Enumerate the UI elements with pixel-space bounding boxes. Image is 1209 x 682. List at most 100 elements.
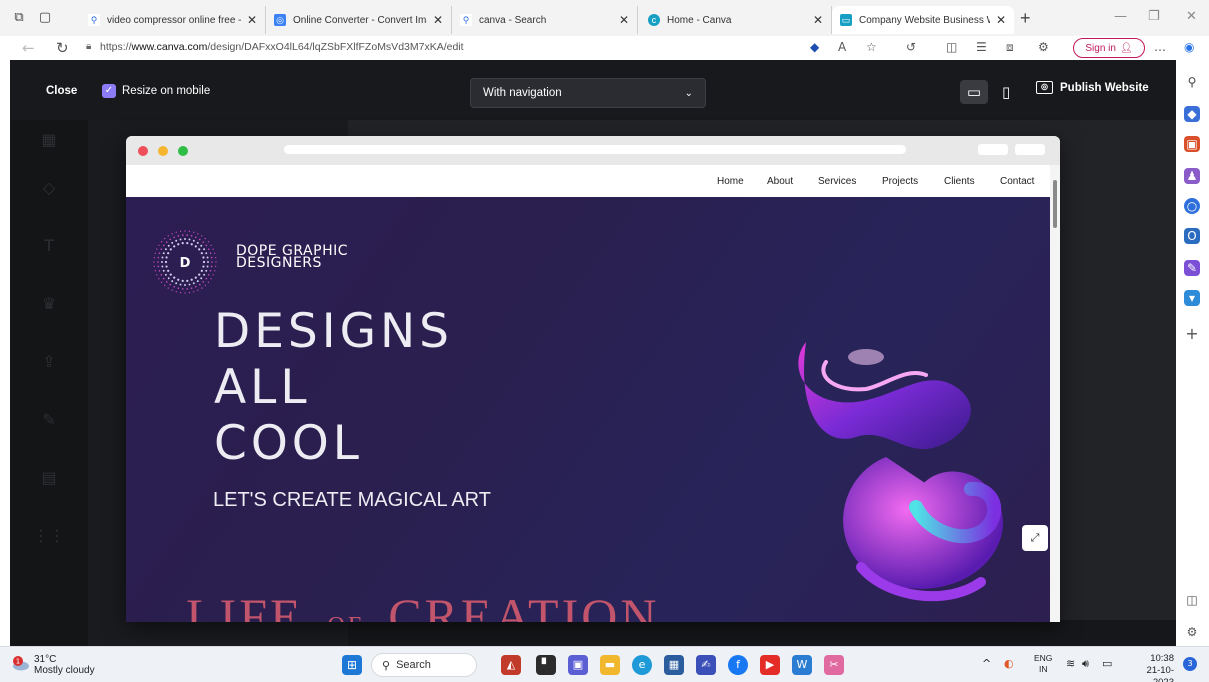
close-tab-icon[interactable]: ✕ [813,13,823,27]
read-aloud-icon[interactable]: A [838,40,846,54]
volume-icon[interactable]: 🔊︎ [1082,657,1089,671]
desktop-view-icon[interactable]: ▭ [960,80,988,104]
preview-scrollbar-thumb[interactable] [1053,180,1057,228]
expand-fullscreen-icon[interactable]: ⤢ [1022,525,1048,551]
resize-label: Resize on mobile [122,85,211,97]
resize-on-mobile-toggle[interactable]: ✓ Resize on mobile [102,84,210,98]
tab-company-website[interactable]: ▭ Company Website Business Web ✕ [832,6,1014,34]
edge-browser-icon[interactable]: e [632,655,652,675]
workspaces-icon[interactable]: ⧉ [10,9,28,27]
back-icon[interactable]: ← [22,39,35,57]
battery-icon[interactable]: ▭ [1102,657,1112,670]
apps-tab[interactable]: ⋮⋮ [10,526,88,547]
clock-date: 21-10-2023 [1146,665,1174,682]
refresh-icon[interactable]: ↻ [56,39,69,57]
microsoft365-icon[interactable]: ○ [1184,198,1200,214]
taskbar-search[interactable]: ⚲ Search [371,653,477,677]
pen-app-icon[interactable]: ✍ [696,655,716,675]
checkbox-checked-icon[interactable]: ✓ [102,84,116,98]
elements-tab[interactable]: ◇ [10,178,88,199]
collections-icon[interactable]: ⧈ [1006,40,1014,55]
design-tab[interactable]: ▦ [10,130,88,151]
designer-icon[interactable]: ✎ [1184,260,1200,276]
tab-video-compressor[interactable]: ⚲ video compressor online free - S ✕ [80,6,266,34]
close-tab-icon[interactable]: ✕ [619,13,629,27]
youtube-icon[interactable]: ▶ [760,655,780,675]
snipping-tool-icon[interactable]: ✂ [824,655,844,675]
close-tab-icon[interactable]: ✕ [996,13,1006,27]
settings-icon[interactable]: ⚙ [1184,624,1200,640]
site-nav-services[interactable]: Services [818,176,856,187]
logo-dot [205,277,208,280]
publish-website-button[interactable]: ◎ Publish Website [1036,81,1149,94]
microsoft-store-icon[interactable]: ▦ [664,655,684,675]
minimize-icon[interactable]: — [1114,9,1127,24]
restore-icon[interactable]: ❐ [1148,9,1160,24]
file-explorer-icon[interactable]: ▬ [600,655,620,675]
games-icon[interactable]: ♟ [1184,168,1200,184]
more-menu-icon[interactable]: … [1154,40,1166,54]
extensions-icon[interactable]: ⚙ [1038,40,1049,54]
projects-tab[interactable]: ▤ [10,468,88,489]
toolbox-icon[interactable]: ▣ [1184,136,1200,152]
system-clock[interactable]: 10:38 21-10-2023 [1128,653,1174,682]
wifi-icon[interactable]: ≋ [1066,657,1075,670]
favorite-star-icon[interactable]: ☆ [866,40,877,54]
lock-icon[interactable]: 🔒︎ [86,41,91,52]
site-nav-contact[interactable]: Contact [1000,176,1034,187]
add-sidebar-icon[interactable]: + [1184,326,1200,342]
sign-in-button[interactable]: Sign in 👤︎ [1073,38,1145,58]
search-icon[interactable]: ⚲ [1184,74,1200,90]
logo-dot [190,235,193,237]
tab-home-canva[interactable]: c Home - Canva ✕ [640,6,832,34]
split-screen-icon[interactable]: ◫ [946,40,957,54]
logo-dot [173,285,175,288]
tab-online-converter[interactable]: ◎ Online Converter - Convert Imag ✕ [266,6,452,34]
site-nav-about[interactable]: About [767,176,793,187]
copilot-icon[interactable]: ◉ [1184,40,1194,54]
site-nav-home[interactable]: Home [717,176,744,187]
windows-start-icon[interactable]: ⊞ [342,655,362,675]
app-photos-icon[interactable]: ◭ [501,655,521,675]
logo-dot [192,239,195,242]
tab-actions-icon[interactable]: ▢ [36,9,54,27]
site-nav-clients[interactable]: Clients [944,176,975,187]
brand-tab[interactable]: ♛ [10,294,88,315]
uploads-tab[interactable]: ⇪ [10,352,88,373]
word-app-icon[interactable]: W [792,655,812,675]
logo-dot [169,238,172,241]
drop-icon[interactable]: ▾ [1184,290,1200,306]
logo-dot [188,230,191,232]
refresh-app-icon[interactable]: ↺ [906,40,916,54]
notification-badge-icon[interactable]: 3 [1183,657,1197,671]
tray-app-icon[interactable]: ◐ [1004,657,1014,670]
task-view-icon[interactable]: ▘ [536,655,556,675]
outlook-icon[interactable]: O [1184,228,1200,244]
weather-cloud-icon[interactable]: 1 [10,655,30,671]
url-field[interactable]: https://www.canva.com/design/DAFxxO4lL64… [100,41,464,53]
close-window-icon[interactable]: ✕ [1186,9,1197,24]
facebook-icon[interactable]: f [728,655,748,675]
site-nav-projects[interactable]: Projects [882,176,918,187]
favorites-list-icon[interactable]: ☰ [976,40,987,54]
new-tab-button[interactable]: + [1020,8,1031,29]
draw-tab[interactable]: ✎ [10,410,88,431]
logo-dot [167,235,169,237]
tab-canva-search[interactable]: ⚲ canva - Search ✕ [452,6,638,34]
logo-dot [175,239,178,242]
text-tab[interactable]: T [10,236,88,257]
tab-title: Home - Canva [667,14,732,26]
navigation-select[interactable]: With navigation ⌄ [470,78,706,108]
close-tab-icon[interactable]: ✕ [433,13,443,27]
mobile-view-icon[interactable]: ▯ [1002,83,1010,101]
language-indicator[interactable]: ENG IN [1034,653,1052,675]
close-button[interactable]: Close [46,85,77,97]
teams-chat-icon[interactable]: ▣ [568,655,588,675]
shopping-tag-icon[interactable]: ◆ [810,40,819,54]
preview-scrollbar[interactable] [1050,165,1060,622]
shopping-icon[interactable]: ◆ [1184,106,1200,122]
sidebar-toggle-icon[interactable]: ◫ [1184,592,1200,608]
close-tab-icon[interactable]: ✕ [247,13,257,27]
show-hidden-icons-chevron-icon[interactable]: ^ [982,657,991,670]
weather-widget[interactable]: 31°C Mostly cloudy [34,654,95,676]
